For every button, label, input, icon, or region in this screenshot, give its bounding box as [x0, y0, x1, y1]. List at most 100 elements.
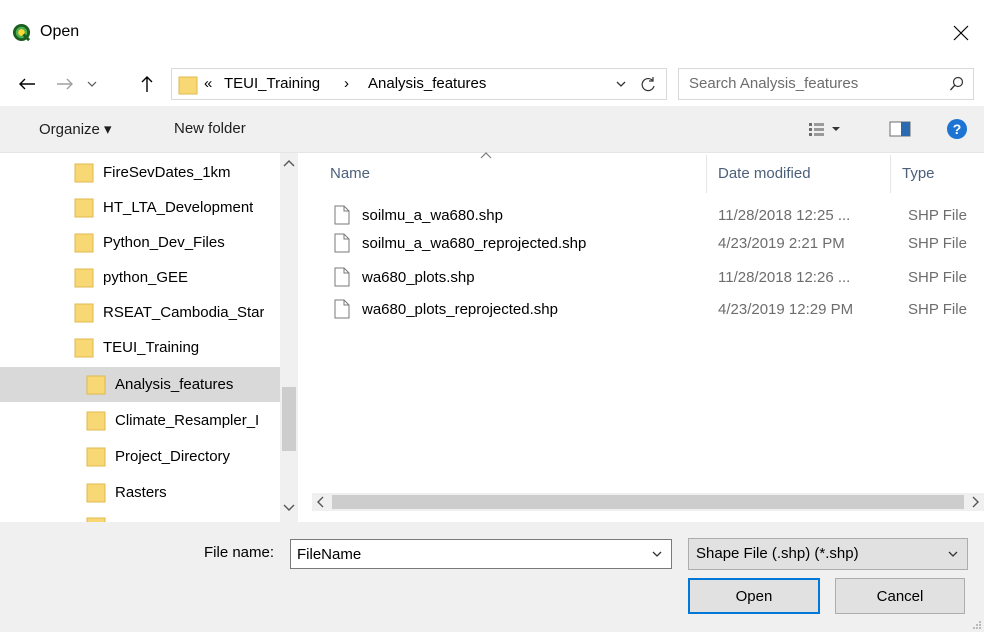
- file-name-label: File name:: [204, 544, 275, 561]
- breadcrumb-analysis-features[interactable]: Analysis_features: [368, 75, 486, 92]
- search-icon[interactable]: [949, 76, 965, 92]
- nav-item-analysis-features[interactable]: Analysis_features: [0, 367, 280, 402]
- file-row[interactable]: wa680_plots_reprojected.shp 4/23/2019 12…: [312, 297, 984, 321]
- chevron-down-icon[interactable]: [615, 77, 627, 91]
- nav-item-teui-training[interactable]: TEUI_Training: [0, 330, 280, 365]
- folder-icon: [74, 303, 94, 323]
- nav-item-project-directory[interactable]: Project_Directory: [0, 439, 280, 474]
- address-bar[interactable]: « TEUI_Training › Analysis_features: [171, 68, 667, 100]
- nav-item-label: HT_LTA_Development: [103, 199, 254, 216]
- address-row: « TEUI_Training › Analysis_features Sear…: [0, 62, 984, 106]
- file-icon: [334, 267, 350, 287]
- folder-icon: [74, 198, 94, 218]
- nav-item-rseat-cambodia[interactable]: RSEAT_Cambodia_Star: [0, 295, 280, 330]
- breadcrumb-overflow[interactable]: «: [204, 75, 212, 92]
- folder-icon: [74, 268, 94, 288]
- nav-item-climate-resampler[interactable]: Climate_Resampler_I: [0, 403, 280, 438]
- nav-item-python-dev-files[interactable]: Python_Dev_Files: [0, 225, 280, 260]
- nav-item-python-gee[interactable]: python_GEE: [0, 260, 280, 295]
- new-folder-button[interactable]: New folder: [174, 120, 246, 137]
- folder-icon: [74, 163, 94, 183]
- open-button[interactable]: Open: [688, 578, 820, 614]
- preview-pane-icon[interactable]: [889, 121, 911, 137]
- breadcrumb-teui-training[interactable]: TEUI_Training: [224, 75, 320, 92]
- nav-item-firesevdates[interactable]: FireSevDates_1km: [0, 155, 280, 190]
- file-icon: [334, 299, 350, 319]
- folder-icon: [86, 447, 106, 467]
- file-name: soilmu_a_wa680.shp: [362, 207, 503, 224]
- refresh-icon[interactable]: [637, 73, 659, 95]
- column-divider[interactable]: [706, 155, 707, 193]
- file-type: SHP File: [908, 301, 967, 318]
- nav-item-label: Project_Directory: [115, 448, 231, 465]
- close-button[interactable]: [938, 14, 984, 52]
- file-date: 11/28/2018 12:25 ...: [718, 207, 851, 224]
- nav-item-label: Climate_Resampler_I: [115, 412, 260, 429]
- file-type-select[interactable]: Shape File (.shp) (*.shp): [688, 538, 968, 570]
- nav-vertical-scrollbar[interactable]: [280, 153, 298, 523]
- file-horizontal-scrollbar[interactable]: [312, 493, 984, 511]
- grip-icon[interactable]: [972, 620, 982, 630]
- file-date: 11/28/2018 12:26 ...: [718, 269, 851, 286]
- svg-text:?: ?: [953, 121, 962, 137]
- nav-item-label: RSEAT_Cambodia_Star: [103, 304, 265, 321]
- file-type-value: Shape File (.shp) (*.shp): [696, 545, 859, 562]
- breadcrumb-separator: ›: [344, 75, 349, 92]
- back-button[interactable]: [14, 72, 40, 96]
- scroll-down-icon[interactable]: [283, 504, 295, 512]
- chevron-down-icon[interactable]: [651, 548, 663, 560]
- qgis-icon: [12, 23, 31, 42]
- folder-icon: [178, 76, 198, 95]
- nav-item-label: Python_Dev_Files: [103, 234, 225, 251]
- file-type: SHP File: [908, 207, 967, 224]
- content-area: FireSevDates_1km HT_LTA_Development Pyth…: [0, 152, 984, 523]
- file-row[interactable]: soilmu_a_wa680_reprojected.shp 4/23/2019…: [312, 231, 984, 255]
- file-icon: [334, 205, 350, 225]
- organize-button[interactable]: Organize ▾: [39, 120, 112, 138]
- column-header-name[interactable]: Name: [330, 165, 370, 182]
- folder-icon: [86, 483, 106, 503]
- column-header-date[interactable]: Date modified: [718, 165, 811, 182]
- file-name: wa680_plots.shp: [362, 269, 475, 286]
- view-options-icon[interactable]: [808, 122, 842, 136]
- nav-item-rasters[interactable]: Rasters: [0, 475, 280, 510]
- chevron-down-icon: [948, 551, 958, 557]
- nav-item-ht-lta-development[interactable]: HT_LTA_Development: [0, 190, 280, 225]
- file-name-field[interactable]: FileName: [290, 539, 672, 569]
- forward-arrow-icon: [57, 78, 73, 90]
- nav-item-label: Analysis_features: [115, 376, 234, 393]
- search-placeholder: Search Analysis_features: [689, 75, 859, 92]
- dialog-footer: File name: FileName Shape File (.shp) (*…: [0, 522, 984, 632]
- recent-locations-button[interactable]: [84, 72, 100, 96]
- window-title: Open: [40, 23, 80, 40]
- file-name-value: FileName: [297, 546, 362, 563]
- folder-icon: [86, 375, 106, 395]
- column-header-type[interactable]: Type: [902, 165, 935, 182]
- file-date: 4/23/2019 12:29 PM: [718, 301, 854, 318]
- recent-chevron-icon: [87, 81, 97, 87]
- command-bar: Organize ▾ New folder ?: [0, 106, 984, 152]
- file-row[interactable]: soilmu_a_wa680.shp 11/28/2018 12:25 ... …: [312, 203, 984, 227]
- sort-ascending-icon: [480, 152, 492, 159]
- help-icon[interactable]: ?: [946, 118, 968, 140]
- column-divider[interactable]: [890, 155, 891, 193]
- up-button[interactable]: [136, 72, 158, 96]
- navigation-pane: FireSevDates_1km HT_LTA_Development Pyth…: [0, 153, 298, 523]
- cancel-button[interactable]: Cancel: [835, 578, 965, 614]
- scroll-up-icon[interactable]: [283, 159, 295, 167]
- file-list: Name Date modified Type soilmu_a_wa680.s…: [312, 152, 984, 523]
- back-arrow-icon: [19, 78, 35, 90]
- scroll-left-icon[interactable]: [316, 496, 324, 508]
- scroll-right-icon[interactable]: [972, 496, 980, 508]
- forward-button[interactable]: [52, 72, 78, 96]
- nav-item-label: Rasters: [115, 484, 167, 501]
- file-row[interactable]: wa680_plots.shp 11/28/2018 12:26 ... SHP…: [312, 265, 984, 289]
- up-arrow-icon: [141, 76, 153, 92]
- file-name: soilmu_a_wa680_reprojected.shp: [362, 235, 587, 252]
- folder-icon: [86, 411, 106, 431]
- file-scroll-thumb[interactable]: [332, 495, 964, 509]
- nav-scroll-thumb[interactable]: [282, 387, 296, 451]
- nav-item-label: TEUI_Training: [103, 339, 200, 356]
- search-input[interactable]: Search Analysis_features: [678, 68, 974, 100]
- file-name: wa680_plots_reprojected.shp: [362, 301, 558, 318]
